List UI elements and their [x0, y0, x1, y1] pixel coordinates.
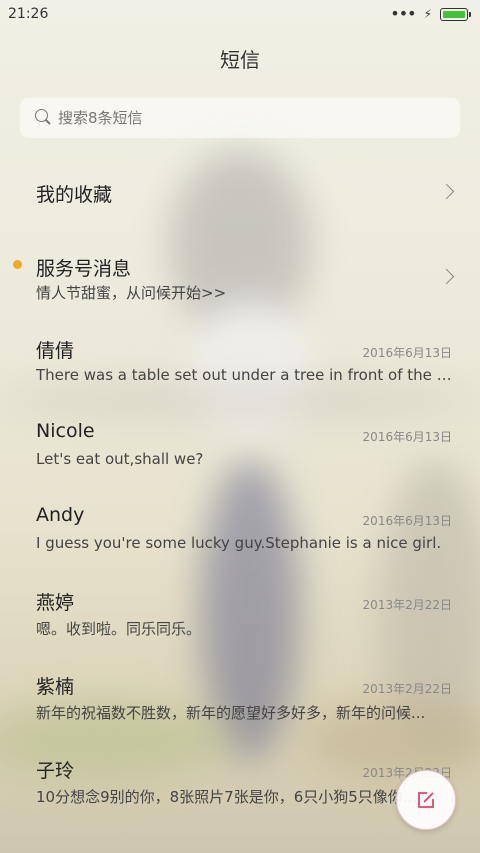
battery-icon	[440, 7, 471, 21]
compose-icon	[418, 792, 434, 808]
message-date: 2013年2月22日	[362, 682, 452, 696]
contact-name: 子玲	[36, 760, 75, 782]
service-messages-row[interactable]: 服务号消息 情人节甜蜜，从问候开始>>	[0, 234, 480, 318]
favorites-label: 我的收藏	[36, 184, 113, 206]
service-subtitle: 情人节甜蜜，从问候开始>>	[36, 284, 227, 302]
contact-name: 紫楠	[36, 676, 75, 698]
chevron-right-icon	[438, 183, 455, 200]
message-preview: 新年的祝福数不胜数，新年的愿望好多好多，新年的问候...	[36, 704, 426, 722]
message-date: 2016年6月13日	[362, 514, 452, 528]
search-bar[interactable]	[20, 98, 460, 138]
message-date: 2013年2月22日	[362, 598, 452, 612]
message-row[interactable]: Nicole 2016年6月13日 Let's eat out,shall we…	[0, 402, 480, 486]
message-row[interactable]: 紫楠 2013年2月22日 新年的祝福数不胜数，新年的愿望好多好多，新年的问候.…	[0, 654, 480, 738]
service-title: 服务号消息	[36, 258, 132, 280]
favorites-row[interactable]: 我的收藏	[0, 150, 480, 234]
contact-name: Andy	[36, 504, 85, 526]
signal-dots-icon: •••	[390, 4, 416, 23]
message-preview: 10分想念9别的你，8张照片7张是你，6只小狗5只像你...	[36, 788, 418, 806]
message-date: 2016年6月13日	[362, 346, 452, 360]
contact-name: Nicole	[36, 420, 95, 442]
unread-dot-icon	[13, 260, 22, 269]
message-preview: 嗯。收到啦。同乐同乐。	[36, 620, 202, 638]
charging-icon: ⚡	[423, 7, 432, 21]
status-time: 21:26	[8, 6, 49, 22]
search-icon	[35, 109, 48, 122]
message-preview: I guess you're some lucky guy.Stephanie …	[36, 534, 442, 552]
page-title: 短信	[220, 48, 260, 72]
message-row[interactable]: 倩倩 2016年6月13日 There was a table set out …	[0, 318, 480, 402]
compose-button[interactable]	[396, 770, 456, 830]
message-row[interactable]: Andy 2016年6月13日 I guess you're some luck…	[0, 486, 480, 570]
message-date: 2016年6月13日	[362, 430, 452, 444]
status-bar: 21:26 ••• ⚡	[0, 0, 480, 30]
contact-name: 燕婷	[36, 592, 75, 614]
message-preview: Let's eat out,shall we?	[36, 450, 204, 468]
message-preview: There was a table set out under a tree i…	[36, 366, 452, 384]
message-row[interactable]: 燕婷 2013年2月22日 嗯。收到啦。同乐同乐。	[0, 570, 480, 654]
contact-name: 倩倩	[36, 340, 75, 362]
search-input[interactable]	[58, 98, 438, 138]
